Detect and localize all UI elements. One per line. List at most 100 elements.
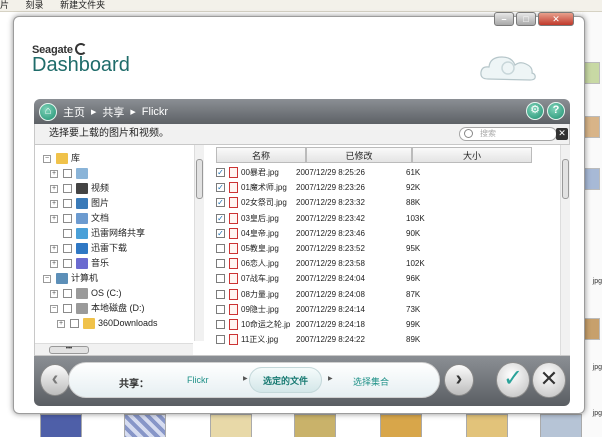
file-checkbox[interactable] <box>216 289 225 299</box>
maximize-button[interactable]: □ <box>516 12 536 26</box>
step-select-collection[interactable]: 选择集合 <box>353 375 389 388</box>
file-checkbox[interactable] <box>216 320 225 329</box>
expand-toggle-icon[interactable]: + <box>50 259 58 268</box>
step-flickr[interactable]: Flickr <box>187 375 209 385</box>
breadcrumb-item-home[interactable]: 主页 <box>63 104 85 120</box>
tree-item[interactable]: + <box>50 166 91 181</box>
tree-checkbox[interactable] <box>63 169 72 178</box>
file-checkbox[interactable]: ✓ <box>216 168 225 177</box>
expand-toggle-icon[interactable]: + <box>50 169 58 178</box>
thumbnail-image[interactable] <box>40 414 82 437</box>
expand-toggle-icon[interactable]: + <box>50 214 58 223</box>
file-row[interactable]: 10命运之轮.jp 2007/12/29 8:24:18 99K <box>206 317 570 332</box>
tree-item[interactable]: − 计算机 <box>43 271 98 286</box>
thumbnail-image[interactable] <box>584 168 600 190</box>
breadcrumb-item-share[interactable]: 共享 <box>102 104 124 120</box>
file-checkbox[interactable]: ✓ <box>216 213 225 223</box>
file-row[interactable]: ✓ 00暴君.jpg 2007/12/29 8:25:26 61K <box>206 165 570 180</box>
tree-item[interactable]: + 迅雷下载 <box>50 241 127 256</box>
tree-checkbox[interactable] <box>63 199 72 208</box>
scrollbar-thumb[interactable] <box>196 159 203 199</box>
tree-item[interactable]: − 本地磁盘 (D:) <box>50 301 145 316</box>
file-checkbox[interactable] <box>216 304 225 314</box>
scrollbar-thumb[interactable]: ••• <box>49 346 89 354</box>
confirm-button[interactable]: ✓ <box>496 362 530 398</box>
expand-toggle-icon[interactable]: − <box>43 154 51 163</box>
file-row[interactable]: ✓ 04皇帝.jpg 2007/12/29 8:23:46 90K <box>206 226 570 241</box>
next-button[interactable]: › <box>444 364 474 396</box>
file-row[interactable]: 05教皇.jpg 2007/12/29 8:23:52 95K <box>206 241 570 256</box>
tree-checkbox[interactable] <box>63 289 72 298</box>
home-icon[interactable]: ⌂ <box>39 102 57 121</box>
clear-search-icon[interactable]: ✕ <box>556 128 568 140</box>
file-row[interactable]: ✓ 03皇后.jpg 2007/12/29 8:23:42 103K <box>206 211 570 226</box>
column-size[interactable]: 大小 <box>412 147 532 163</box>
tree-item[interactable]: + 图片 <box>50 196 109 211</box>
file-row[interactable]: 11正义.jpg 2007/12/29 8:24:22 89K <box>206 332 570 347</box>
gear-icon[interactable]: ⚙ <box>526 102 544 120</box>
close-window-button[interactable]: ✕ <box>538 12 574 26</box>
tree-checkbox[interactable] <box>63 184 72 193</box>
tree-item[interactable]: 迅雷网络共享 <box>50 226 145 241</box>
back-button[interactable]: ‹ <box>40 364 70 396</box>
expand-toggle-icon[interactable]: − <box>43 274 51 283</box>
tree-item-label: 文档 <box>91 213 110 223</box>
tree-checkbox[interactable] <box>63 214 72 223</box>
tree-item[interactable]: + OS (C:) <box>50 286 122 301</box>
tree-checkbox[interactable] <box>63 259 72 268</box>
tree-item[interactable]: + 文档 <box>50 211 109 226</box>
thumbnail-image[interactable] <box>584 318 600 340</box>
help-icon[interactable]: ? <box>547 102 565 120</box>
expand-toggle-icon[interactable]: − <box>50 304 58 313</box>
column-name[interactable]: 名称 <box>216 147 306 163</box>
file-row[interactable]: ✓ 02女祭司.jpg 2007/12/29 8:23:32 88K <box>206 195 570 210</box>
cancel-button[interactable]: ✕ <box>532 362 566 398</box>
file-checkbox[interactable] <box>216 274 225 284</box>
expand-toggle-icon[interactable]: + <box>50 199 58 208</box>
column-modified[interactable]: 已修改 <box>306 147 412 163</box>
file-checkbox[interactable] <box>216 259 225 269</box>
menu-item-burn[interactable]: 刻录 <box>26 0 44 10</box>
tree-checkbox[interactable] <box>63 244 72 253</box>
file-checkbox[interactable]: ✓ <box>216 228 225 238</box>
search-input[interactable]: 搜索 ✕ <box>459 127 568 141</box>
file-row[interactable]: 09隐士.jpg 2007/12/29 8:24:14 73K <box>206 302 570 317</box>
file-row[interactable]: ✓ 01魔术师.jpg 2007/12/29 8:23:26 92K <box>206 180 570 195</box>
thumbnail-image[interactable] <box>584 62 600 84</box>
expand-toggle-icon[interactable]: + <box>50 289 58 298</box>
file-checkbox[interactable] <box>216 244 225 253</box>
file-size: 102K <box>406 259 425 269</box>
file-checkbox[interactable] <box>216 335 225 345</box>
tree-item[interactable]: +360Downloads <box>57 316 158 331</box>
expand-toggle-icon[interactable]: + <box>50 244 58 253</box>
file-checkbox[interactable]: ✓ <box>216 183 225 193</box>
thumbnail-image[interactable] <box>210 414 252 437</box>
file-checkbox[interactable]: ✓ <box>216 198 225 208</box>
tree-item[interactable]: − 库 <box>43 151 80 166</box>
menu-item-new-folder[interactable]: 新建文件夹 <box>60 0 105 10</box>
tree-checkbox[interactable] <box>63 304 72 313</box>
file-list-scrollbar[interactable] <box>560 145 570 355</box>
file-row[interactable]: 07战车.jpg 2007/12/29 8:24:04 96K <box>206 271 570 286</box>
thumbnail-image[interactable] <box>124 414 166 437</box>
minimize-button[interactable]: – <box>494 12 514 26</box>
scrollbar-thumb[interactable] <box>562 159 569 199</box>
thumbnail-image[interactable] <box>466 414 508 437</box>
thumbnail-image[interactable] <box>380 414 422 437</box>
tree-vertical-scrollbar[interactable] <box>194 145 204 341</box>
file-row[interactable]: 08力量.jpg 2007/12/29 8:24:08 87K <box>206 287 570 302</box>
expand-toggle-icon[interactable]: + <box>50 184 58 193</box>
breadcrumb-item-flickr[interactable]: Flickr <box>142 106 168 118</box>
thumbnail-image[interactable] <box>294 414 336 437</box>
menu-item-pictures[interactable]: 片 <box>0 0 9 10</box>
tree-checkbox[interactable] <box>70 319 79 328</box>
thumbnail-image[interactable] <box>584 116 600 138</box>
expand-toggle-icon[interactable]: + <box>57 319 65 328</box>
file-row[interactable]: 06恋人.jpg 2007/12/29 8:23:58 102K <box>206 256 570 271</box>
tree-item[interactable]: + 视频 <box>50 181 109 196</box>
thumbnail-image[interactable] <box>540 414 582 437</box>
step-selected-files[interactable]: 选定的文件 <box>249 367 323 393</box>
tree-horizontal-scrollbar[interactable]: ••• <box>35 343 193 355</box>
tree-item[interactable]: + 音乐 <box>50 256 109 271</box>
tree-checkbox[interactable] <box>63 229 72 238</box>
